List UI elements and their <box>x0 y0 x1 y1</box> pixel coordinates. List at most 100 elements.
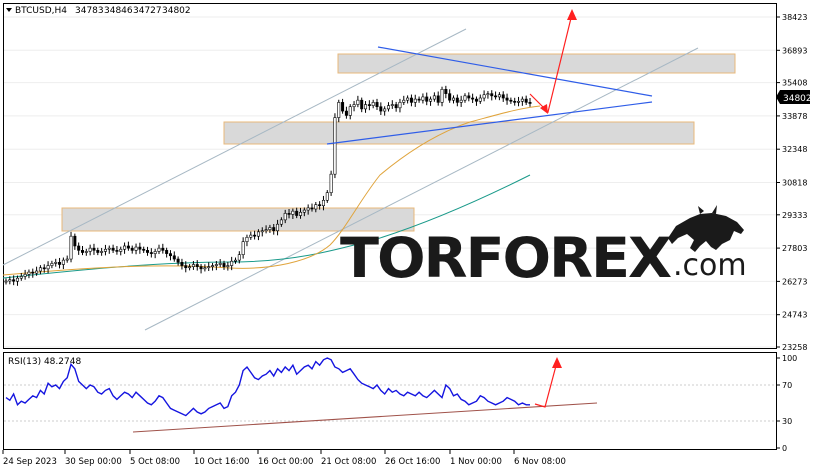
x-tick-label: 6 Nov 08:00 <box>514 457 566 467</box>
candle-body <box>379 106 383 112</box>
candle-body <box>318 204 322 207</box>
rsi-panel-frame <box>3 352 777 450</box>
candle-body <box>88 247 92 252</box>
price-tick-label: 23258 <box>782 343 807 352</box>
candle-body <box>92 247 96 251</box>
candle-body <box>272 227 276 232</box>
candle-body <box>478 97 482 102</box>
candle-body <box>302 209 306 213</box>
candle-body <box>344 110 348 116</box>
candle-body <box>436 95 440 103</box>
candle-body <box>8 279 12 282</box>
candle-body <box>54 262 58 264</box>
candle-body <box>356 99 360 105</box>
candle-body <box>371 102 375 106</box>
x-tick-label: 26 Oct 16:00 <box>385 457 440 467</box>
price-tick-label: 36893 <box>782 46 807 55</box>
candle-body <box>321 199 325 207</box>
candle-body <box>180 262 184 266</box>
candle-body <box>386 105 390 110</box>
candle-body <box>474 98 478 102</box>
candle-body <box>394 104 398 109</box>
candle-body <box>126 245 130 249</box>
candle-body <box>482 94 486 99</box>
candle-body <box>245 236 249 242</box>
candle-body <box>459 99 463 103</box>
candle-body <box>283 213 287 221</box>
candle-body <box>42 267 46 270</box>
candle-body <box>406 97 410 101</box>
candle-body <box>295 210 299 216</box>
candle-body <box>417 98 421 101</box>
candle-body <box>463 95 467 101</box>
candle-body <box>58 262 62 265</box>
candle-body <box>199 266 203 270</box>
candle-body <box>398 102 402 109</box>
candle-body <box>241 241 245 255</box>
candle-body <box>429 98 433 102</box>
candle-body <box>440 89 444 103</box>
candle-body <box>364 104 368 110</box>
price-tick-label: 33878 <box>782 112 807 121</box>
x-tick-label: 1 Nov 00:00 <box>450 457 502 467</box>
chart-svg: 34802 BTCUSD,H4 34783 34846 34727 34802 … <box>2 3 812 467</box>
candle-body <box>432 95 436 100</box>
candle-body <box>425 96 429 102</box>
candle-body <box>528 102 532 104</box>
candle-body <box>176 258 180 263</box>
candle-body <box>341 102 345 112</box>
candle-body <box>107 247 111 250</box>
watermark-suffix: .com <box>673 248 747 283</box>
candle-body <box>65 258 69 261</box>
candle-body <box>35 270 39 274</box>
candle-body <box>467 95 471 99</box>
candle-body <box>222 263 226 267</box>
candle-body <box>471 97 475 100</box>
rsi-title: RSI(13) 48.2748 <box>8 357 81 367</box>
candle-body <box>119 248 123 252</box>
candle-body <box>299 211 303 216</box>
candle-body <box>138 246 142 250</box>
rsi-tick-label: 0 <box>782 444 787 453</box>
candle-body <box>402 99 406 103</box>
candle-body <box>520 98 524 102</box>
candle-body <box>142 248 146 251</box>
candle-body <box>153 251 157 254</box>
candle-body <box>329 173 333 193</box>
candle-body <box>409 97 413 103</box>
price-tick-label: 32348 <box>782 145 807 154</box>
candle-body <box>287 213 291 215</box>
candle-body <box>27 271 31 275</box>
watermark-brand: TORFOREX <box>340 226 672 290</box>
candle-body <box>505 97 509 101</box>
candle-body <box>230 260 234 266</box>
candle-body <box>218 263 222 265</box>
candle-body <box>237 254 241 261</box>
x-tick-label: 21 Oct 08:00 <box>321 457 376 467</box>
candle-body <box>211 265 215 267</box>
x-tick-label: 30 Sep 00:00 <box>65 457 122 467</box>
candle-body <box>383 108 387 112</box>
price-tick-label: 26273 <box>782 277 807 286</box>
x-tick-label: 24 Sep 2023 <box>3 457 57 467</box>
rsi-tick-label: 30 <box>782 417 792 426</box>
candle-body <box>69 235 73 260</box>
candle-body <box>77 245 81 251</box>
candle-body <box>352 104 356 108</box>
candle-body <box>100 251 104 253</box>
candle-body <box>157 247 161 252</box>
price-tick-label: 27803 <box>782 244 807 253</box>
candle-body <box>123 245 127 250</box>
candle-body <box>256 231 260 237</box>
candle-body <box>214 264 218 266</box>
candle-body <box>452 97 456 101</box>
candle-body <box>360 99 364 110</box>
rsi-tick-label: 100 <box>782 354 797 363</box>
candle-body <box>168 253 172 257</box>
candle-body <box>165 250 169 254</box>
candle-body <box>23 273 27 277</box>
candle-body <box>146 250 150 253</box>
candle-body <box>46 265 50 270</box>
candle-body <box>73 235 77 247</box>
support-zone-upper <box>223 121 695 145</box>
